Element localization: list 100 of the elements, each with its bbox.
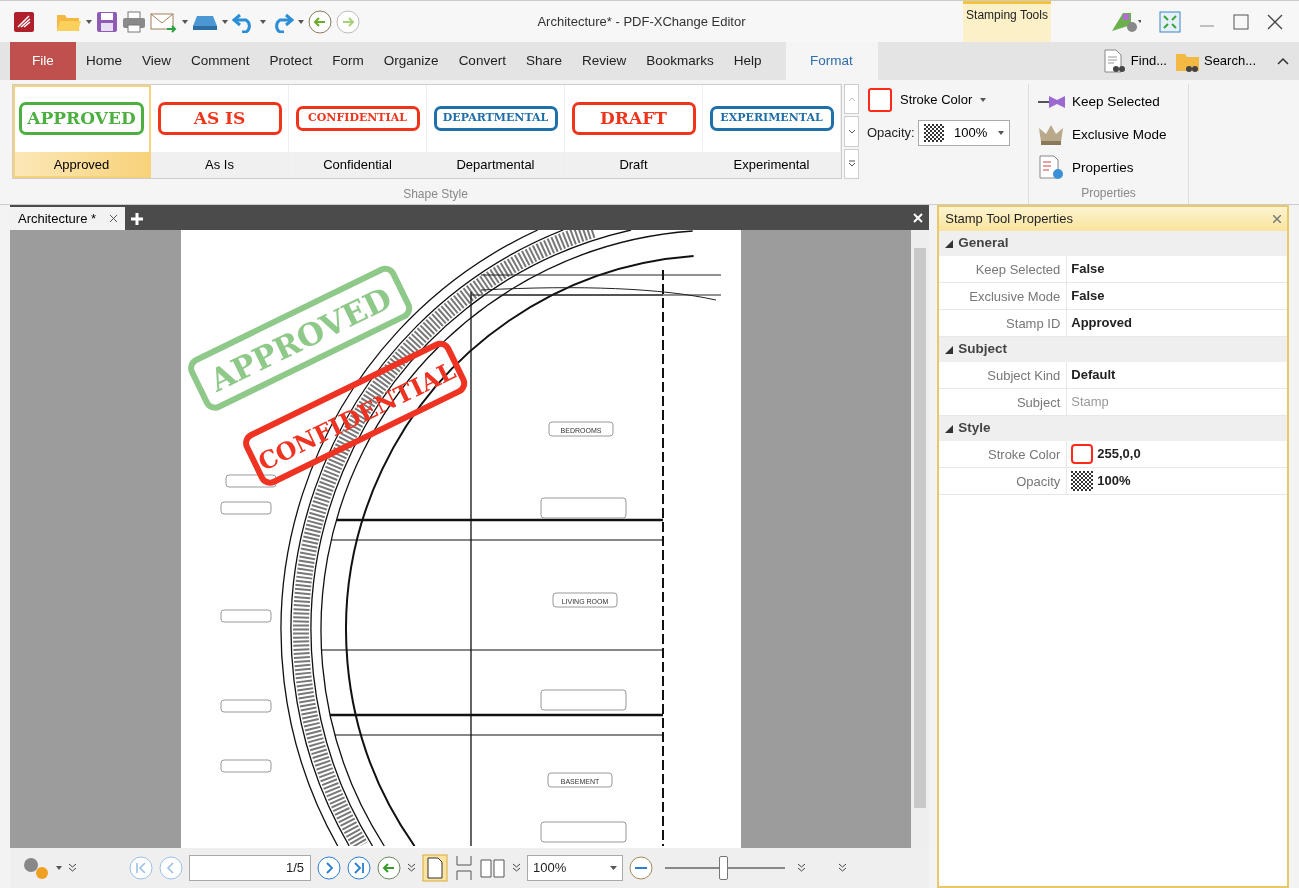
ribbon-tab[interactable]: Home — [76, 42, 132, 80]
document-binoculars-icon — [1101, 49, 1128, 73]
overflow-chevron-icon[interactable] — [68, 863, 77, 873]
property-value[interactable]: Approved — [1067, 310, 1132, 336]
property-value[interactable]: Default — [1067, 362, 1116, 388]
dropdown-caret-icon — [610, 866, 617, 870]
email-icon[interactable] — [150, 10, 178, 33]
panel-title: Stamp Tool Properties — [945, 210, 1073, 229]
fullscreen-icon[interactable] — [1159, 10, 1181, 33]
exclusive-mode-button[interactable]: Exclusive Mode — [1037, 118, 1180, 152]
stamp-gallery-item[interactable]: AS IS As Is — [151, 85, 289, 178]
stamp-preview: CONFIDENTIAL — [295, 106, 420, 131]
property-name: Opacity — [939, 468, 1068, 494]
pin-icon — [1038, 95, 1066, 110]
keep-selected-button[interactable]: Keep Selected — [1037, 86, 1180, 119]
stamp-preview: EXPERIMENTAL — [709, 106, 834, 131]
callout-note — [220, 759, 272, 773]
continuous-page-icon[interactable] — [454, 855, 474, 881]
callout-note — [220, 699, 272, 713]
section-header[interactable]: Style — [939, 416, 1287, 441]
property-name: Stamp ID — [939, 310, 1068, 336]
close-icon[interactable] — [1267, 13, 1283, 30]
dropdown-caret-icon — [997, 131, 1004, 135]
callout-note — [220, 501, 272, 515]
page-number-field[interactable]: 1/5 — [189, 855, 311, 881]
last-page-icon[interactable] — [347, 856, 371, 880]
stroke-color-button[interactable]: Stroke Color — [867, 88, 1020, 112]
callout-note — [220, 609, 272, 623]
find-button[interactable]: Find... — [1100, 49, 1168, 73]
dropdown-caret-icon[interactable] — [56, 866, 62, 870]
document-tab[interactable]: Architecture * — [10, 207, 126, 230]
stamp-preview: DEPARTMENTAL — [433, 106, 558, 131]
single-page-icon[interactable] — [422, 854, 448, 882]
up-chevron-icon — [847, 95, 856, 103]
stamp-gallery-item[interactable]: CONFIDENTIAL Confidential — [289, 85, 427, 178]
property-name: Subject Kind — [939, 362, 1068, 388]
opacity-label: Opacity: — [867, 124, 915, 143]
property-value[interactable]: 255,0,0 — [1067, 441, 1141, 467]
dropdown-caret-icon — [980, 98, 987, 102]
section-header[interactable]: Subject — [939, 337, 1287, 362]
file-menu-tab[interactable]: File — [10, 42, 76, 80]
window-title: Architecture* - PDF-XChange Editor — [536, 12, 747, 31]
search-button[interactable]: Search... — [1173, 49, 1257, 73]
maximize-icon[interactable] — [1233, 13, 1249, 30]
ribbon-tab[interactable]: Review — [571, 42, 637, 80]
ribbon-tab[interactable]: Share — [515, 42, 572, 80]
property-value[interactable]: False — [1067, 283, 1105, 309]
ribbon-tab[interactable]: Convert — [448, 42, 516, 80]
ribbon-tab[interactable]: View — [132, 42, 182, 80]
expand-gallery-icon — [847, 160, 856, 168]
zoom-slider-thumb[interactable] — [718, 856, 728, 880]
down-chevron-icon — [847, 128, 856, 135]
printer-icon[interactable] — [122, 10, 146, 33]
close-document-icon[interactable] — [913, 213, 924, 223]
save-icon[interactable] — [96, 10, 118, 33]
ribbon-tab[interactable]: Organize — [373, 42, 449, 80]
property-name: Keep Selected — [939, 256, 1068, 282]
zoom-dropdown[interactable]: 100% — [527, 855, 623, 881]
property-value[interactable]: False — [1067, 256, 1105, 282]
contextual-tab-group-label: Stamping Tools — [963, 0, 1051, 43]
overflow-chevron-icon[interactable] — [407, 863, 416, 873]
ribbon-tab[interactable]: Bookmarks — [636, 42, 724, 80]
overflow-chevron-icon[interactable] — [797, 863, 806, 873]
ribbon-tab[interactable]: Form — [322, 42, 374, 80]
ribbon-tab[interactable]: Format — [785, 42, 878, 80]
overflow-chevron-icon[interactable] — [512, 863, 521, 873]
vertical-scrollbar[interactable] — [911, 230, 930, 848]
two-page-icon[interactable] — [480, 857, 506, 879]
zoom-out-icon[interactable] — [629, 856, 653, 880]
expand-triangle-icon[interactable] — [945, 239, 954, 248]
expand-triangle-icon[interactable] — [945, 345, 954, 354]
close-tab-icon[interactable] — [110, 215, 118, 222]
checkerboard-icon — [1071, 471, 1094, 491]
properties-button[interactable]: Properties — [1037, 151, 1180, 184]
property-value[interactable]: 100% — [1067, 468, 1131, 494]
close-icon[interactable] — [1273, 215, 1281, 223]
stamp-preview: DRAFT — [571, 101, 696, 136]
stamp-preview: AS IS — [157, 101, 282, 136]
dropdown-caret-icon[interactable] — [260, 19, 266, 24]
expand-triangle-icon[interactable] — [945, 424, 954, 433]
dropdown-caret-icon[interactable] — [182, 19, 188, 24]
section-header[interactable]: General — [939, 231, 1287, 256]
stamp-gallery-item[interactable]: APPROVED Approved — [13, 85, 151, 178]
stamp-gallery-item[interactable]: DRAFT Draft — [565, 85, 703, 178]
ribbon-tab[interactable]: Help — [723, 42, 772, 80]
dropdown-caret-icon[interactable] — [222, 19, 228, 24]
document-gear-icon — [1038, 154, 1066, 181]
stamp-gallery-item[interactable]: EXPERIMENTAL Experimental — [703, 85, 841, 178]
dropdown-caret-icon[interactable] — [86, 19, 92, 24]
property-name: Stroke Color — [939, 441, 1068, 467]
gallery-more-button[interactable] — [844, 148, 859, 179]
new-tab-icon[interactable] — [131, 213, 144, 225]
ribbon-tab[interactable]: Protect — [259, 42, 323, 80]
next-page-icon[interactable] — [317, 856, 341, 880]
collapse-ribbon-icon[interactable] — [1277, 57, 1289, 65]
stamp-gallery-item[interactable]: DEPARTMENTAL Departmental — [427, 85, 565, 178]
overflow-chevron-icon[interactable] — [838, 863, 847, 873]
ribbon-tab[interactable]: Comment — [181, 42, 260, 80]
dropdown-caret-icon[interactable] — [298, 19, 304, 24]
opacity-dropdown[interactable]: 100% — [917, 120, 1010, 146]
